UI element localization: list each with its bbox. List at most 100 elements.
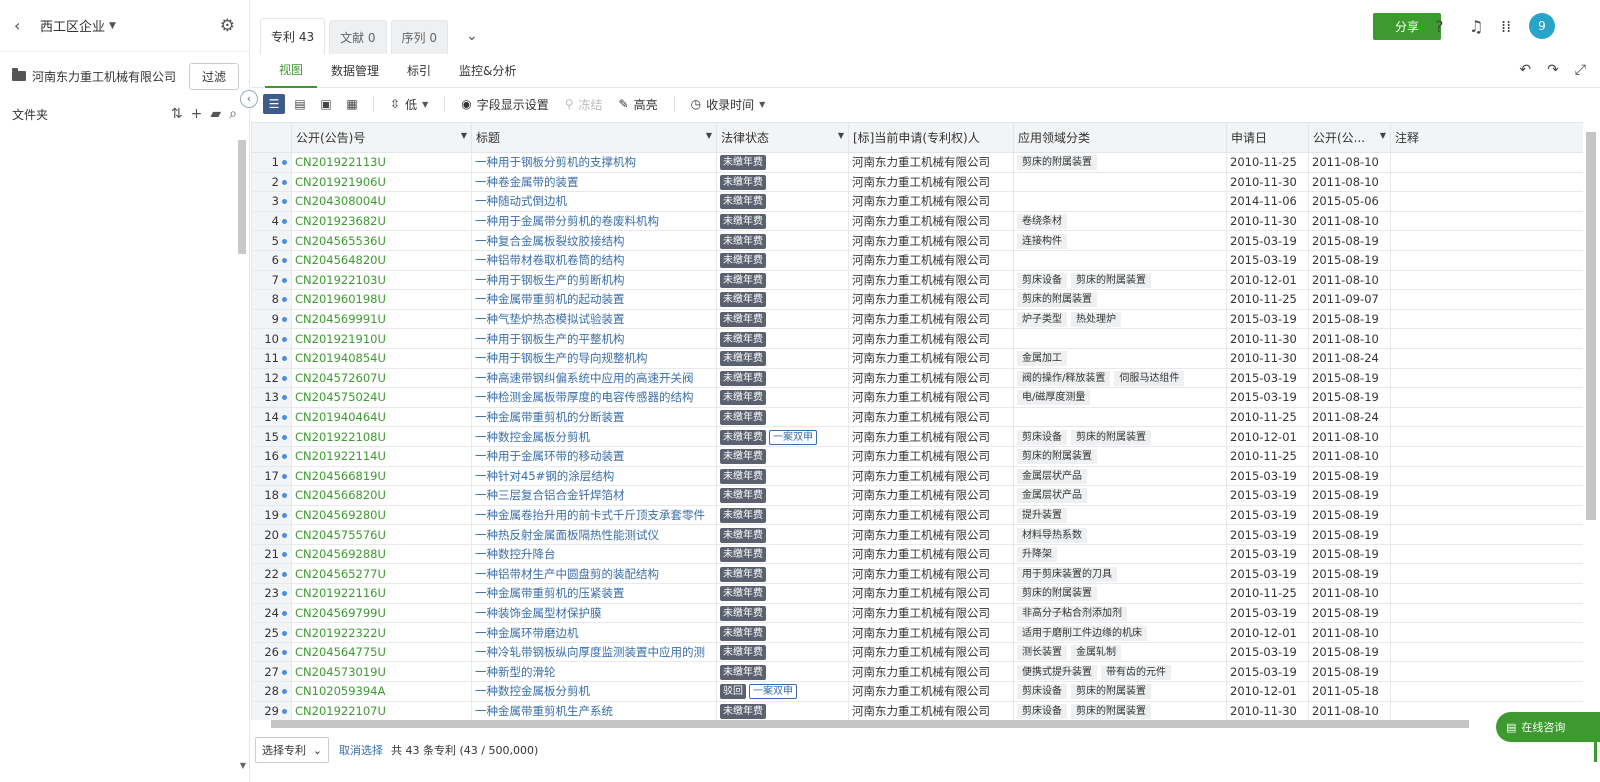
publication-number[interactable]: CN204565277U: [291, 563, 472, 585]
note-cell[interactable]: [1390, 681, 1583, 702]
tab-literature[interactable]: 文献 0: [329, 20, 387, 54]
note-cell[interactable]: [1390, 543, 1583, 565]
patent-title[interactable]: 一种数控升降台: [471, 543, 717, 565]
share-button[interactable]: 分享: [1373, 13, 1441, 40]
note-cell[interactable]: [1390, 426, 1583, 447]
list-view-icon[interactable]: ☰: [263, 94, 285, 114]
apps-grid-icon[interactable]: ⁞⁞: [1501, 17, 1511, 36]
table-row[interactable]: 26 CN204564775U 一种冷轧带钢板纵向厚度监测装置中应用的测 未缴年费 河南…: [251, 641, 1583, 663]
table-row[interactable]: 14 CN201940464U 一种金属带重剪机的分断装置 未缴年费 河南东力重工机械有…: [251, 406, 1583, 428]
column-header[interactable]: 公开(公... ▼: [1308, 122, 1391, 153]
note-cell[interactable]: [1390, 171, 1583, 193]
patent-title[interactable]: 一种热反射金属面板隔热性能测试仪: [471, 524, 717, 545]
table-row[interactable]: 20 CN204575576U 一种热反射金属面板隔热性能测试仪 未缴年费 河南东力重工…: [251, 524, 1583, 545]
tab-sequences[interactable]: 序列 0: [390, 20, 448, 54]
highlight-button[interactable]: ✎ 高亮: [613, 96, 664, 113]
publication-number[interactable]: CN204564820U: [291, 249, 472, 271]
chevron-down-icon[interactable]: ▼: [109, 21, 116, 31]
twin-application-badge[interactable]: 一案双申: [749, 684, 797, 700]
column-header[interactable]: [标]当前申请(专利权)人: [848, 122, 1014, 153]
column-header[interactable]: 标题 ▼: [471, 122, 717, 153]
subnav-monitor-analysis[interactable]: 监控&分析: [445, 54, 530, 88]
note-cell[interactable]: [1390, 367, 1583, 389]
note-cell[interactable]: [1390, 504, 1583, 526]
publication-number[interactable]: CN204569799U: [291, 602, 472, 624]
table-row[interactable]: 23 CN201922116U 一种金属带重剪机的压紧装置 未缴年费 河南东力重工机械有…: [251, 583, 1583, 604]
note-cell[interactable]: [1390, 289, 1583, 310]
patent-title[interactable]: 一种用于金属环带的移动装置: [471, 445, 717, 467]
patent-title[interactable]: 一种用于钢板生产的导向规整机构: [471, 347, 717, 369]
sidebar-scrollbar[interactable]: [238, 140, 246, 254]
patent-title[interactable]: 一种新型的滑轮: [471, 661, 717, 683]
patent-title[interactable]: 一种铝带材卷取机卷筒的结构: [471, 249, 717, 271]
publication-number[interactable]: CN204308004U: [291, 191, 472, 212]
note-cell[interactable]: [1390, 661, 1583, 683]
note-cell[interactable]: [1390, 269, 1583, 291]
table-row[interactable]: 1 CN201922113U 一种用于钢板分剪机的支撑机构 未缴年费 河南东力重工机械有…: [251, 152, 1583, 173]
table-row[interactable]: 10 CN201921910U 一种用于钢板生产的平整机构 未缴年费 河南东力重工机械有…: [251, 328, 1583, 349]
publication-number[interactable]: CN204575024U: [291, 387, 472, 408]
table-row[interactable]: 9 CN204569991U 一种气垫炉热态模拟试验装置 未缴年费 河南东力重工机械有限…: [251, 308, 1583, 330]
patent-title[interactable]: 一种金属卷抬升用的前卡式千斤顶支承套零件: [471, 504, 717, 526]
publication-number[interactable]: CN204569280U: [291, 504, 472, 526]
note-cell[interactable]: [1390, 191, 1583, 212]
note-cell[interactable]: [1390, 152, 1583, 173]
patent-title[interactable]: 一种用于钢板分剪机的支撑机构: [471, 152, 717, 173]
publication-number[interactable]: CN201940464U: [291, 406, 472, 428]
patent-title[interactable]: 一种用于金属带分剪机的卷废料机构: [471, 210, 717, 232]
publication-number[interactable]: CN204566820U: [291, 485, 472, 506]
patent-title[interactable]: 一种用于钢板生产的平整机构: [471, 328, 717, 349]
table-row[interactable]: 21 CN204569288U 一种数控升降台 未缴年费 河南东力重工机械有限公司 升降架…: [251, 543, 1583, 565]
publication-number[interactable]: CN204573019U: [291, 661, 472, 683]
note-cell[interactable]: [1390, 249, 1583, 271]
subnav-data-management[interactable]: 数据管理: [317, 54, 393, 88]
detail-view-icon[interactable]: ▤: [289, 94, 311, 114]
patent-title[interactable]: 一种数控金属板分剪机: [471, 426, 717, 447]
collapse-sidebar-icon[interactable]: ‹: [240, 90, 258, 108]
patent-title[interactable]: 一种金属带重剪机生产系统: [471, 700, 717, 720]
table-row[interactable]: 22 CN204565277U 一种铝带材生产中圆盘剪的装配结构 未缴年费 河南东力重工…: [251, 563, 1583, 585]
publication-number[interactable]: CN204566819U: [291, 465, 472, 487]
patent-title[interactable]: 一种冷轧带钢板纵向厚度监测装置中应用的测: [471, 641, 717, 663]
publication-number[interactable]: CN204565536U: [291, 230, 472, 251]
note-cell[interactable]: [1390, 465, 1583, 487]
patent-title[interactable]: 一种随动式倒边机: [471, 191, 717, 212]
avatar[interactable]: 9: [1529, 13, 1555, 39]
table-row[interactable]: 16 CN201922114U 一种用于金属环带的移动装置 未缴年费 河南东力重工机械有…: [251, 445, 1583, 467]
note-cell[interactable]: [1390, 347, 1583, 369]
table-row[interactable]: 2 CN201921906U 一种卷金属带的装置 未缴年费 河南东力重工机械有限公司 20…: [251, 171, 1583, 193]
publication-number[interactable]: CN201922108U: [291, 426, 472, 447]
note-cell[interactable]: [1390, 622, 1583, 643]
subnav-view[interactable]: 视图: [265, 54, 318, 88]
chevron-down-icon[interactable]: ▼: [838, 131, 844, 140]
column-header[interactable]: 注释: [1390, 122, 1583, 153]
table-vertical-scrollbar[interactable]: [1586, 132, 1596, 520]
image-view-icon[interactable]: ▣: [315, 94, 337, 114]
field-settings-button[interactable]: ◉ 字段显示设置: [455, 96, 555, 113]
patent-title[interactable]: 一种金属带重剪机的起动装置: [471, 289, 717, 310]
undo-icon[interactable]: ↶: [1519, 62, 1531, 78]
note-cell[interactable]: [1390, 641, 1583, 663]
patent-title[interactable]: 一种金属环带磨边机: [471, 622, 717, 643]
sort-dropdown[interactable]: ◷ 收录时间 ▼: [685, 96, 772, 113]
column-header[interactable]: 法律状态 ▼: [716, 122, 849, 153]
subnav-indexing[interactable]: 标引: [393, 54, 445, 88]
publication-number[interactable]: CN201921906U: [291, 171, 472, 193]
table-row[interactable]: 4 CN201923682U 一种用于金属带分剪机的卷废料机构 未缴年费 河南东力重工机…: [251, 210, 1583, 232]
column-header[interactable]: 应用领域分类: [1013, 122, 1227, 153]
publication-number[interactable]: CN204564775U: [291, 641, 472, 663]
freeze-button[interactable]: ⚲ 冻结: [559, 96, 609, 113]
table-row[interactable]: 18 CN204566820U 一种三层复合铝合金钎焊箔材 未缴年费 河南东力重工机械有…: [251, 485, 1583, 506]
table-row[interactable]: 24 CN204569799U 一种装饰金属型材保护膜 未缴年费 河南东力重工机械有限公…: [251, 602, 1583, 624]
patent-title[interactable]: 一种装饰金属型材保护膜: [471, 602, 717, 624]
table-horizontal-scrollbar[interactable]: [271, 720, 1469, 728]
patent-title[interactable]: 一种卷金属带的装置: [471, 171, 717, 193]
patent-title[interactable]: 一种金属带重剪机的压紧装置: [471, 583, 717, 604]
gear-icon[interactable]: ⚙: [220, 16, 235, 36]
table-row[interactable]: 13 CN204575024U 一种检测金属板带厚度的电容传感器的结构 未缴年费 河南东…: [251, 387, 1583, 408]
note-cell[interactable]: [1390, 583, 1583, 604]
table-row[interactable]: 6 CN204564820U 一种铝带材卷取机卷筒的结构 未缴年费 河南东力重工机械有限…: [251, 249, 1583, 271]
note-cell[interactable]: [1390, 328, 1583, 349]
table-row[interactable]: 12 CN204572607U 一种高速带钢纠偏系统中应用的高速开关阀 未缴年费 河南东…: [251, 367, 1583, 389]
patent-title[interactable]: 一种气垫炉热态模拟试验装置: [471, 308, 717, 330]
